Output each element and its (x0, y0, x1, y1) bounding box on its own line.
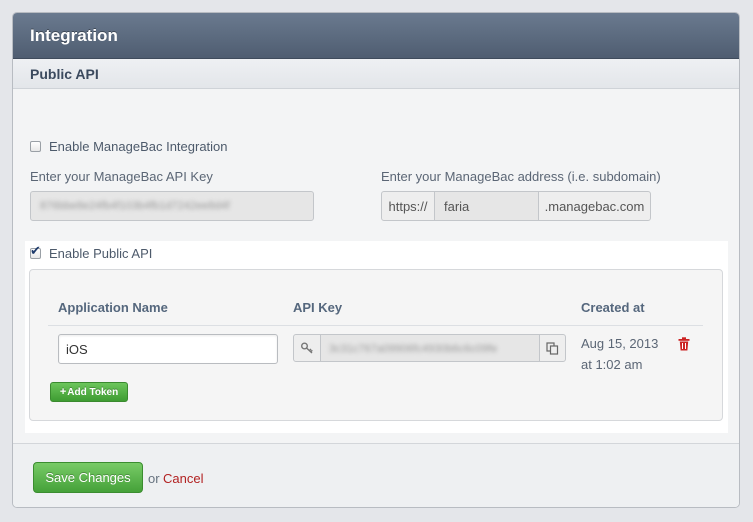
add-token-button[interactable]: + Add Token (50, 382, 128, 402)
add-token-label: Add Token (67, 386, 119, 398)
key-icon (293, 334, 321, 362)
col-header-created-at: Created at (581, 300, 645, 315)
address-subdomain-input[interactable]: faria (435, 191, 538, 221)
col-header-api-key: API Key (293, 300, 343, 315)
or-text: or (148, 471, 160, 486)
form-footer: Save Changes or Cancel (13, 443, 739, 507)
section-header: Public API (13, 59, 739, 89)
enable-public-api-label: Enable Public API (49, 246, 153, 261)
col-header-app-name: Application Name (58, 300, 168, 315)
api-key-value: 876bbe8e24fb4f103b4fb1d7242ee8d4f (40, 200, 230, 212)
api-key-token-value: 3c31c767a09906fc4930b6c6c09fe (329, 343, 498, 355)
save-changes-button[interactable]: Save Changes (33, 462, 143, 493)
plus-icon: + (59, 386, 67, 398)
created-time: at 1:02 am (581, 357, 643, 372)
save-changes-label: Save Changes (45, 470, 131, 485)
created-at-cell: Aug 15, 2013 at 1:02 am (581, 333, 658, 375)
enable-public-api-checkbox[interactable] (30, 244, 41, 259)
page-title: Integration (30, 25, 118, 45)
address-label: Enter your ManageBac address (i.e. subdo… (381, 169, 661, 184)
table-header-divider (48, 325, 703, 326)
address-input-group: https:// faria .managebac.com (381, 191, 651, 221)
application-name-value: iOS (66, 341, 88, 357)
panel-header: Integration (13, 13, 739, 59)
application-name-input[interactable]: iOS (58, 334, 278, 364)
managebac-api-key-input[interactable]: 876bbe8e24fb4f103b4fb1d7242ee8d4f (30, 191, 314, 221)
enable-public-api-row: Enable Public API (30, 244, 153, 261)
enable-integration-row: Enable ManageBac Integration (30, 139, 228, 154)
address-prefix: https:// (381, 191, 435, 221)
api-key-token-input[interactable]: 3c31c767a09906fc4930b6c6c09fe (321, 334, 539, 362)
api-key-label: Enter your ManageBac API Key (30, 169, 213, 184)
tokens-table-box: Application Name API Key Created at iOS … (29, 269, 723, 421)
copy-icon[interactable] (539, 334, 566, 362)
cancel-link[interactable]: Cancel (163, 471, 203, 486)
enable-integration-checkbox[interactable] (30, 141, 41, 152)
enable-integration-label: Enable ManageBac Integration (49, 139, 228, 154)
section-title: Public API (30, 65, 99, 82)
trash-icon[interactable] (678, 337, 690, 354)
api-key-field-group: 3c31c767a09906fc4930b6c6c09fe (293, 334, 566, 362)
address-suffix: .managebac.com (538, 191, 651, 221)
created-date: Aug 15, 2013 (581, 336, 659, 351)
integration-panel: Integration Public API Enable ManageBac … (12, 12, 740, 508)
